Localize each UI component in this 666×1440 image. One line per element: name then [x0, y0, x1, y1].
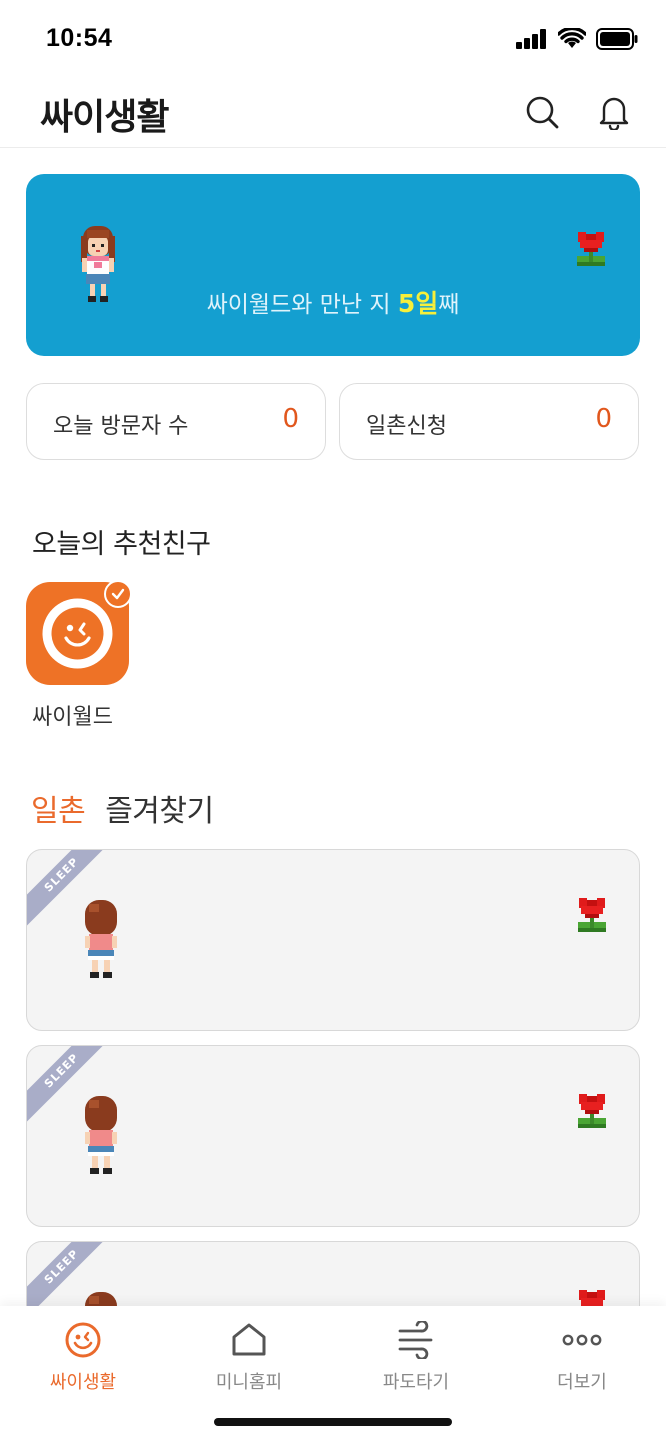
flower-icon [578, 898, 606, 932]
ilchon-request-value: 0 [595, 404, 612, 434]
page-title: 싸이생활 [40, 97, 169, 138]
wave-icon [398, 1321, 433, 1359]
days-count: 5일 [397, 289, 439, 318]
ilchon-request-label: 일촌신청 [366, 414, 447, 439]
flower-icon [578, 1094, 606, 1128]
minime-character-icon [85, 900, 117, 978]
nav-label: 싸이생활 [49, 1372, 117, 1393]
recommended-friend[interactable]: 싸이월드 [26, 580, 132, 730]
status-icons [516, 28, 638, 50]
visitor-count-card[interactable]: 오늘 방문자 수 0 [26, 383, 326, 460]
friend-card[interactable]: SLEEP [26, 849, 640, 1031]
nav-item-cylife[interactable]: 싸이생활 [23, 1320, 143, 1394]
recommended-friends-title: 오늘의 추천친구 [32, 529, 211, 560]
battery-icon [596, 28, 638, 50]
bell-icon [599, 97, 629, 130]
wifi-icon [558, 28, 586, 48]
check-icon [111, 588, 125, 600]
more-icon [562, 1334, 602, 1346]
nav-label: 미니홈피 [215, 1372, 283, 1393]
banner-text-prefix: 싸이월드와 만난 지 [206, 292, 398, 318]
app-header: 싸이생활 [0, 80, 666, 148]
smiley-icon [65, 1322, 101, 1358]
banner-text-suffix: 째 [438, 292, 460, 318]
avatar [26, 580, 132, 685]
banner-text: 싸이월드와 만난 지 5일째 [26, 284, 640, 320]
friend-card[interactable]: SLEEP [26, 1045, 640, 1227]
nav-item-minihompy[interactable]: 미니홈피 [189, 1320, 309, 1394]
flower-icon [577, 232, 605, 266]
days-together-banner[interactable]: 싸이월드와 만난 지 5일째 [26, 174, 640, 356]
nav-item-wave[interactable]: 파도타기 [356, 1320, 476, 1394]
home-icon [232, 1323, 266, 1356]
minime-character-icon [85, 1096, 117, 1174]
ilchon-request-card[interactable]: 일촌신청 0 [339, 383, 639, 460]
status-time: 10:54 [46, 24, 113, 52]
friend-tabs: 일촌 즐겨찾기 [31, 786, 214, 830]
visitor-count-value: 0 [282, 404, 299, 434]
tab-favorites[interactable]: 즐겨찾기 [105, 786, 214, 830]
signal-icon [516, 29, 546, 49]
visitor-count-label: 오늘 방문자 수 [53, 414, 189, 439]
home-indicator [214, 1418, 452, 1426]
nav-item-more[interactable]: 더보기 [522, 1320, 642, 1394]
tab-ilchon[interactable]: 일촌 [31, 786, 86, 830]
search-button[interactable] [522, 92, 562, 132]
notification-button[interactable] [594, 92, 634, 132]
search-icon [526, 96, 559, 129]
nav-label: 파도타기 [382, 1372, 450, 1393]
nav-label: 더보기 [557, 1372, 607, 1393]
status-bar: 10:54 [0, 0, 666, 80]
friend-name: 싸이월드 [32, 705, 113, 730]
verified-badge [104, 580, 132, 608]
